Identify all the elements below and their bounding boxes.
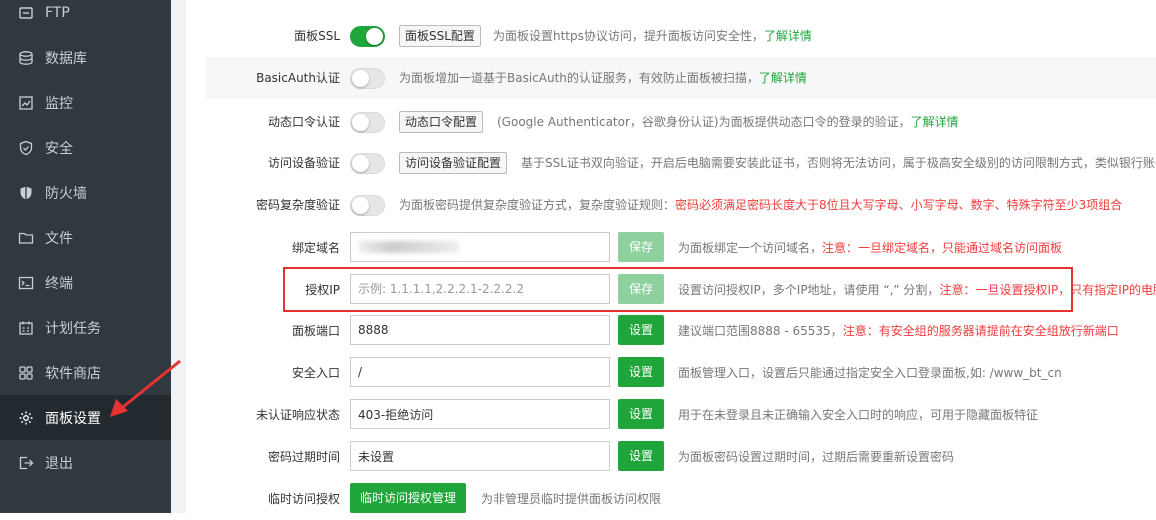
setting-dynamic-password: 动态口令认证 动态口令配置 (Google Authenticator，谷歌身份… — [206, 101, 1156, 143]
database-icon — [18, 50, 34, 66]
setting-unauth-response: 未认证响应状态 设置 用于在未登录且未正确输入安全入口时的响应，可用于隐藏面板特… — [206, 394, 1156, 436]
panel-port-set-button[interactable]: 设置 — [618, 315, 664, 345]
sidebar-item-label: 防火墙 — [45, 185, 87, 202]
annotation-highlight-box — [283, 267, 1073, 312]
setting-password-expire: 密码过期时间 设置 为面板密码设置过期时间，过期后需要重新设置密码 — [206, 436, 1156, 478]
device-verify-toggle[interactable] — [350, 153, 385, 174]
ssl-config-button[interactable]: 面板SSL配置 — [399, 25, 481, 47]
unauth-response-select[interactable] — [350, 399, 610, 429]
setting-label: 访问设备验证 — [267, 156, 340, 170]
setting-label: 密码过期时间 — [267, 450, 340, 464]
setting-description: 为面板密码设置过期时间，过期后需要重新设置密码 — [678, 450, 955, 464]
setting-temp-access: 临时访问授权 临时访问授权管理 为非管理员临时提供面板访问权限 — [206, 478, 1156, 520]
firewall-icon — [18, 185, 34, 201]
setting-description: (Google Authenticator，谷歌身份认证)为面板提供动态口令的登… — [497, 115, 959, 129]
sidebar-item-label: 计划任务 — [45, 320, 101, 337]
sidebar-item-label: 监控 — [45, 95, 73, 112]
monitor-icon — [18, 95, 34, 111]
password-expire-input[interactable] — [350, 441, 610, 471]
security-entry-set-button[interactable]: 设置 — [618, 357, 664, 387]
sidebar-item-ftp[interactable]: FTP — [0, 0, 171, 35]
setting-basicauth: BasicAuth认证 为面板增加一道基于BasicAuth的认证服务，有效防止… — [206, 57, 1156, 99]
setting-description: 为面板增加一道基于BasicAuth的认证服务，有效防止面板被扫描，了解详情 — [399, 71, 807, 85]
ftp-icon — [18, 5, 34, 21]
setting-label: 临时访问授权 — [267, 492, 340, 506]
password-expire-set-button[interactable]: 设置 — [618, 441, 664, 471]
sidebar-item-label: 退出 — [45, 455, 73, 472]
shield-icon — [18, 140, 34, 156]
setting-password-complexity: 密码复杂度验证 为面板密码提供复杂度验证方式，复杂度验证规则：密码必须满足密码长… — [206, 184, 1156, 226]
setting-device-verify: 访问设备验证 访问设备验证配置 基于SSL证书双向验证，开启后电脑需要安装此证书… — [206, 142, 1156, 184]
gear-icon — [18, 410, 34, 426]
calendar-icon — [18, 320, 34, 336]
unauth-response-set-button[interactable]: 设置 — [618, 399, 664, 429]
learn-more-link[interactable]: 了解详情 — [759, 71, 807, 85]
domain-save-button[interactable]: 保存 — [618, 232, 664, 262]
setting-description: 为面板设置https协议访问，提升面板访问安全性，了解详情 — [493, 29, 812, 43]
setting-label: 绑定域名 — [291, 241, 340, 255]
sidebar: FTP 数据库 监控 安全 防火墙 文件 终端 计划任务 软件商店 面板设置 退… — [0, 0, 171, 513]
password-complexity-toggle[interactable] — [350, 195, 385, 216]
sidebar-item-label: 终端 — [45, 275, 73, 292]
sidebar-item-security[interactable]: 安全 — [0, 125, 171, 170]
terminal-icon — [18, 275, 34, 291]
security-entry-input[interactable] — [350, 357, 610, 387]
content-gutter — [171, 0, 186, 513]
folder-icon — [18, 230, 34, 246]
sidebar-item-terminal[interactable]: 终端 — [0, 260, 171, 305]
dynamic-password-toggle[interactable] — [350, 112, 385, 133]
setting-label: 动态口令认证 — [267, 115, 340, 129]
sidebar-item-label: FTP — [45, 4, 70, 21]
dynamic-password-config-button[interactable]: 动态口令配置 — [399, 111, 484, 133]
panel-port-input[interactable] — [350, 315, 610, 345]
setting-label: 未认证响应状态 — [255, 408, 340, 422]
sidebar-item-cron[interactable]: 计划任务 — [0, 305, 171, 350]
sidebar-item-label: 数据库 — [45, 50, 87, 67]
ssl-toggle[interactable] — [350, 26, 385, 47]
setting-description: 为非管理员临时提供面板访问权限 — [481, 492, 662, 506]
setting-description: 基于SSL证书双向验证，开启后电脑需要安装此证书，否则将无法访问，属于极高安全级… — [521, 156, 1156, 170]
sidebar-item-label: 软件商店 — [45, 365, 101, 382]
logout-icon — [18, 455, 34, 471]
settings-panel: 面板SSL 面板SSL配置 为面板设置https协议访问，提升面板访问安全性，了… — [186, 0, 1156, 513]
setting-label: 面板端口 — [291, 324, 340, 338]
learn-more-link[interactable]: 了解详情 — [911, 115, 959, 129]
annotation-arrow-icon — [110, 359, 181, 417]
sidebar-item-logout[interactable]: 退出 — [0, 440, 171, 485]
setting-security-entry: 安全入口 设置 面板管理入口，设置后只能通过指定安全入口登录面板,如: /www… — [206, 352, 1156, 394]
setting-label: 面板SSL — [294, 29, 340, 43]
sidebar-item-label: 面板设置 — [45, 410, 101, 427]
sidebar-item-database[interactable]: 数据库 — [0, 35, 171, 80]
setting-label: 密码复杂度验证 — [255, 198, 340, 212]
setting-label: BasicAuth认证 — [256, 71, 340, 85]
setting-bind-domain: 绑定域名 保存 为面板绑定一个访问域名，注意：一旦绑定域名，只能通过域名访问面板 — [206, 227, 1156, 269]
setting-description: 面板管理入口，设置后只能通过指定安全入口登录面板,如: /www_bt_cn — [678, 366, 1062, 380]
sidebar-item-firewall[interactable]: 防火墙 — [0, 170, 171, 215]
device-verify-config-button[interactable]: 访问设备验证配置 — [399, 152, 508, 174]
setting-label: 安全入口 — [291, 366, 340, 380]
domain-input[interactable] — [350, 232, 610, 262]
setting-description: 为面板绑定一个访问域名，注意：一旦绑定域名，只能通过域名访问面板 — [678, 241, 1063, 255]
setting-panel-port: 面板端口 设置 建议端口范围8888 - 65535，注意：有安全组的服务器请提… — [206, 310, 1156, 352]
sidebar-item-label: 安全 — [45, 140, 73, 157]
setting-ssl: 面板SSL 面板SSL配置 为面板设置https协议访问，提升面板访问安全性，了… — [206, 15, 1156, 57]
sidebar-item-monitor[interactable]: 监控 — [0, 80, 171, 125]
sidebar-item-label: 文件 — [45, 230, 73, 247]
setting-description: 为面板密码提供复杂度验证方式，复杂度验证规则：密码必须满足密码长度大于8位且大写… — [399, 198, 1123, 212]
apps-icon — [18, 365, 34, 381]
setting-description: 用于在未登录且未正确输入安全入口时的响应，可用于隐藏面板特征 — [678, 408, 1039, 422]
sidebar-item-files[interactable]: 文件 — [0, 215, 171, 260]
learn-more-link[interactable]: 了解详情 — [764, 29, 812, 43]
temp-access-manage-button[interactable]: 临时访问授权管理 — [350, 483, 467, 513]
basicauth-toggle[interactable] — [350, 68, 385, 89]
setting-description: 建议端口范围8888 - 65535，注意：有安全组的服务器请提前在安全组放行新… — [678, 324, 1119, 338]
